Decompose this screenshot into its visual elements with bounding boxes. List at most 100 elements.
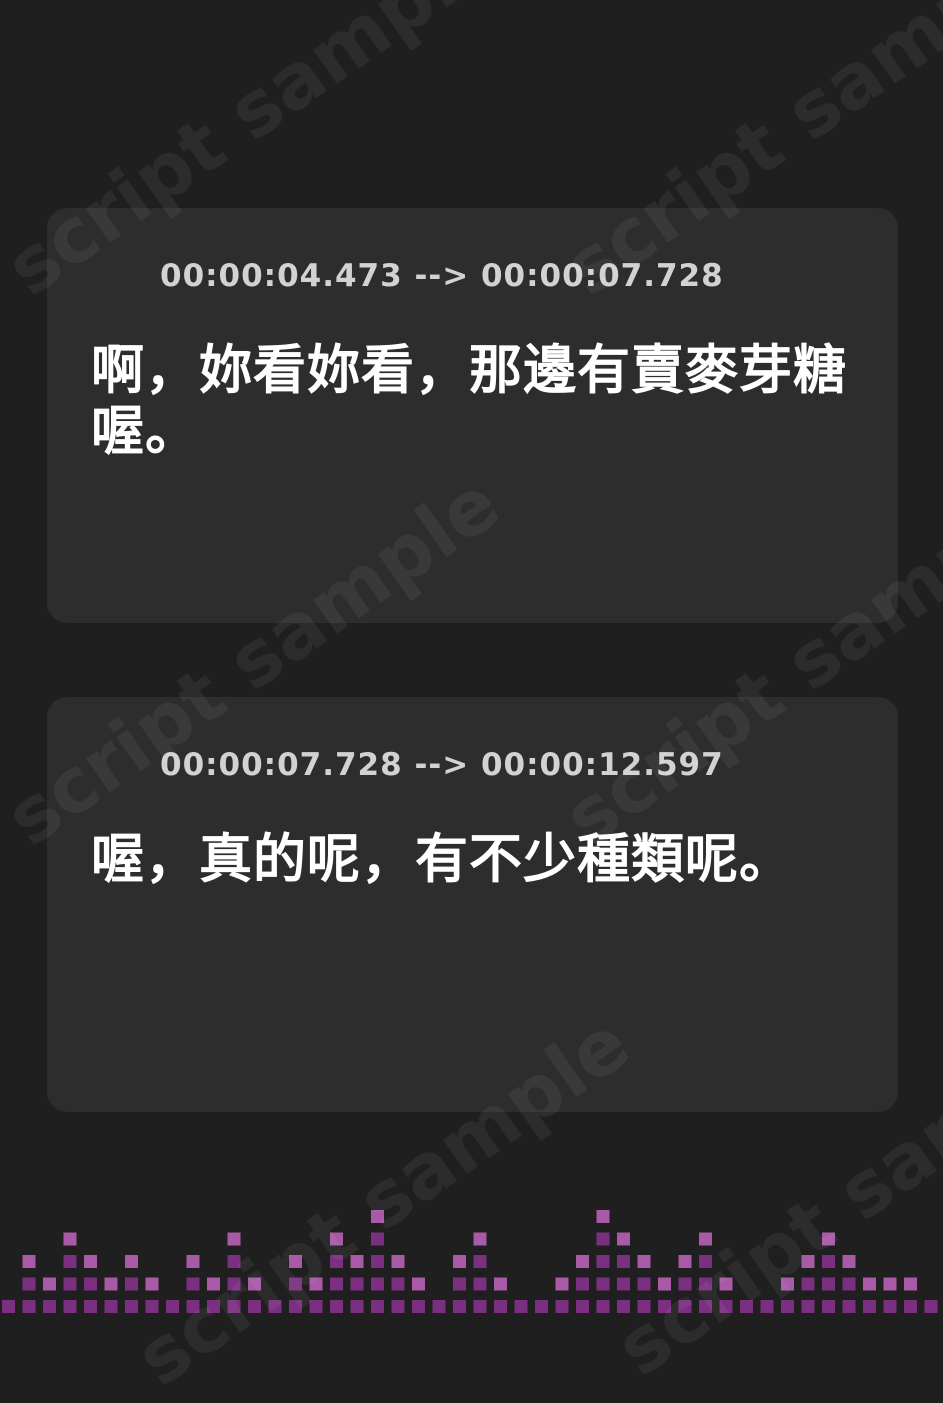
equalizer-square xyxy=(699,1255,712,1268)
equalizer-square xyxy=(289,1300,302,1313)
equalizer-square xyxy=(781,1300,794,1313)
subtitle-cue-card: 00:00:04.473 --> 00:00:07.728 啊，妳看妳看，那邊有… xyxy=(47,208,898,623)
equalizer-square xyxy=(842,1300,856,1313)
cue-text: 喔，真的呢，有不少種類呢。 xyxy=(91,829,793,890)
equalizer-square xyxy=(863,1300,876,1313)
equalizer-square xyxy=(842,1277,856,1291)
equalizer-square xyxy=(453,1300,466,1313)
equalizer-square xyxy=(227,1277,241,1291)
equalizer-square xyxy=(699,1300,712,1313)
equalizer-square xyxy=(207,1300,220,1313)
equalizer-square xyxy=(801,1255,815,1268)
equalizer-square xyxy=(678,1277,692,1291)
equalizer-square xyxy=(84,1277,97,1291)
equalizer-square xyxy=(883,1300,897,1313)
equalizer-square xyxy=(227,1255,241,1268)
equalizer-square xyxy=(801,1300,815,1313)
equalizer-square xyxy=(473,1277,487,1291)
equalizer-square xyxy=(453,1255,466,1268)
equalizer-square xyxy=(924,1300,938,1313)
equalizer-square xyxy=(22,1277,36,1291)
equalizer-square xyxy=(84,1300,97,1313)
cue-timestamp: 00:00:07.728 --> 00:00:12.597 xyxy=(160,747,724,783)
equalizer-square xyxy=(637,1255,651,1268)
equalizer-square xyxy=(637,1300,651,1313)
equalizer-square xyxy=(125,1255,138,1268)
equalizer-square xyxy=(863,1277,876,1291)
equalizer-square xyxy=(330,1277,343,1291)
equalizer-square xyxy=(576,1300,589,1313)
equalizer-square xyxy=(596,1300,610,1313)
equalizer-square xyxy=(801,1277,815,1291)
equalizer-square xyxy=(719,1277,733,1291)
equalizer-square xyxy=(535,1300,548,1313)
equalizer-square xyxy=(514,1300,528,1313)
equalizer-square xyxy=(699,1232,712,1246)
equalizer-square xyxy=(43,1300,56,1313)
equalizer-square xyxy=(904,1277,917,1291)
equalizer-square xyxy=(391,1255,405,1268)
equalizer-square xyxy=(330,1300,343,1313)
cue-text: 啊，妳看妳看，那邊有賣麥芽糖喔。 xyxy=(91,340,847,462)
equalizer-square xyxy=(63,1255,77,1268)
equalizer-square xyxy=(22,1300,36,1313)
equalizer-square xyxy=(473,1232,487,1246)
equalizer-square xyxy=(473,1255,487,1268)
equalizer-square xyxy=(740,1300,753,1313)
equalizer-square xyxy=(207,1277,220,1291)
cue-timestamp: 00:00:04.473 --> 00:00:07.728 xyxy=(160,258,724,294)
subtitle-cue-card: 00:00:07.728 --> 00:00:12.597 喔，真的呢，有不少種… xyxy=(47,697,898,1112)
equalizer-square xyxy=(350,1255,364,1268)
equalizer-square xyxy=(43,1277,56,1291)
equalizer-square xyxy=(104,1300,118,1313)
audio-wave-icon xyxy=(90,746,136,784)
equalizer-square xyxy=(63,1232,77,1246)
equalizer-square xyxy=(596,1232,610,1246)
equalizer-square xyxy=(883,1277,897,1291)
equalizer-square xyxy=(617,1255,630,1268)
equalizer-square xyxy=(596,1277,610,1291)
equalizer-square xyxy=(350,1300,364,1313)
equalizer-square xyxy=(494,1300,507,1313)
equalizer-square xyxy=(63,1277,77,1291)
equalizer-square xyxy=(227,1232,241,1246)
equalizer-square xyxy=(63,1300,77,1313)
equalizer-square xyxy=(2,1300,15,1313)
equalizer-bars xyxy=(2,1210,938,1313)
equalizer-square xyxy=(186,1255,200,1268)
equalizer-square xyxy=(186,1277,200,1291)
equalizer-square xyxy=(350,1277,364,1291)
equalizer-square xyxy=(760,1300,774,1313)
equalizer-square xyxy=(289,1255,302,1268)
equalizer-square xyxy=(658,1277,671,1291)
equalizer-square xyxy=(145,1300,159,1313)
equalizer-square xyxy=(371,1277,384,1291)
equalizer-square xyxy=(842,1255,856,1268)
equalizer-square xyxy=(125,1277,138,1291)
equalizer-square xyxy=(596,1210,610,1223)
equalizer-square xyxy=(186,1300,200,1313)
equalizer-square xyxy=(248,1277,261,1291)
equalizer-square xyxy=(391,1277,405,1291)
equalizer-square xyxy=(432,1300,446,1313)
equalizer-square xyxy=(248,1300,261,1313)
audio-wave-icon xyxy=(90,257,136,295)
equalizer-square xyxy=(596,1255,610,1268)
equalizer-square xyxy=(104,1277,118,1291)
equalizer-square xyxy=(781,1277,794,1291)
equalizer-square xyxy=(617,1300,630,1313)
equalizer-square xyxy=(473,1300,487,1313)
equalizer-square xyxy=(719,1300,733,1313)
equalizer-square xyxy=(309,1300,323,1313)
equalizer-square xyxy=(453,1277,466,1291)
equalizer-square xyxy=(822,1232,835,1246)
equalizer-square xyxy=(658,1300,671,1313)
equalizer-square xyxy=(494,1277,507,1291)
equalizer-square xyxy=(678,1255,692,1268)
equalizer-square xyxy=(412,1277,425,1291)
equalizer-square xyxy=(576,1255,589,1268)
equalizer-square xyxy=(371,1255,384,1268)
equalizer-square xyxy=(371,1232,384,1246)
equalizer-square xyxy=(555,1300,569,1313)
equalizer-square xyxy=(637,1277,651,1291)
